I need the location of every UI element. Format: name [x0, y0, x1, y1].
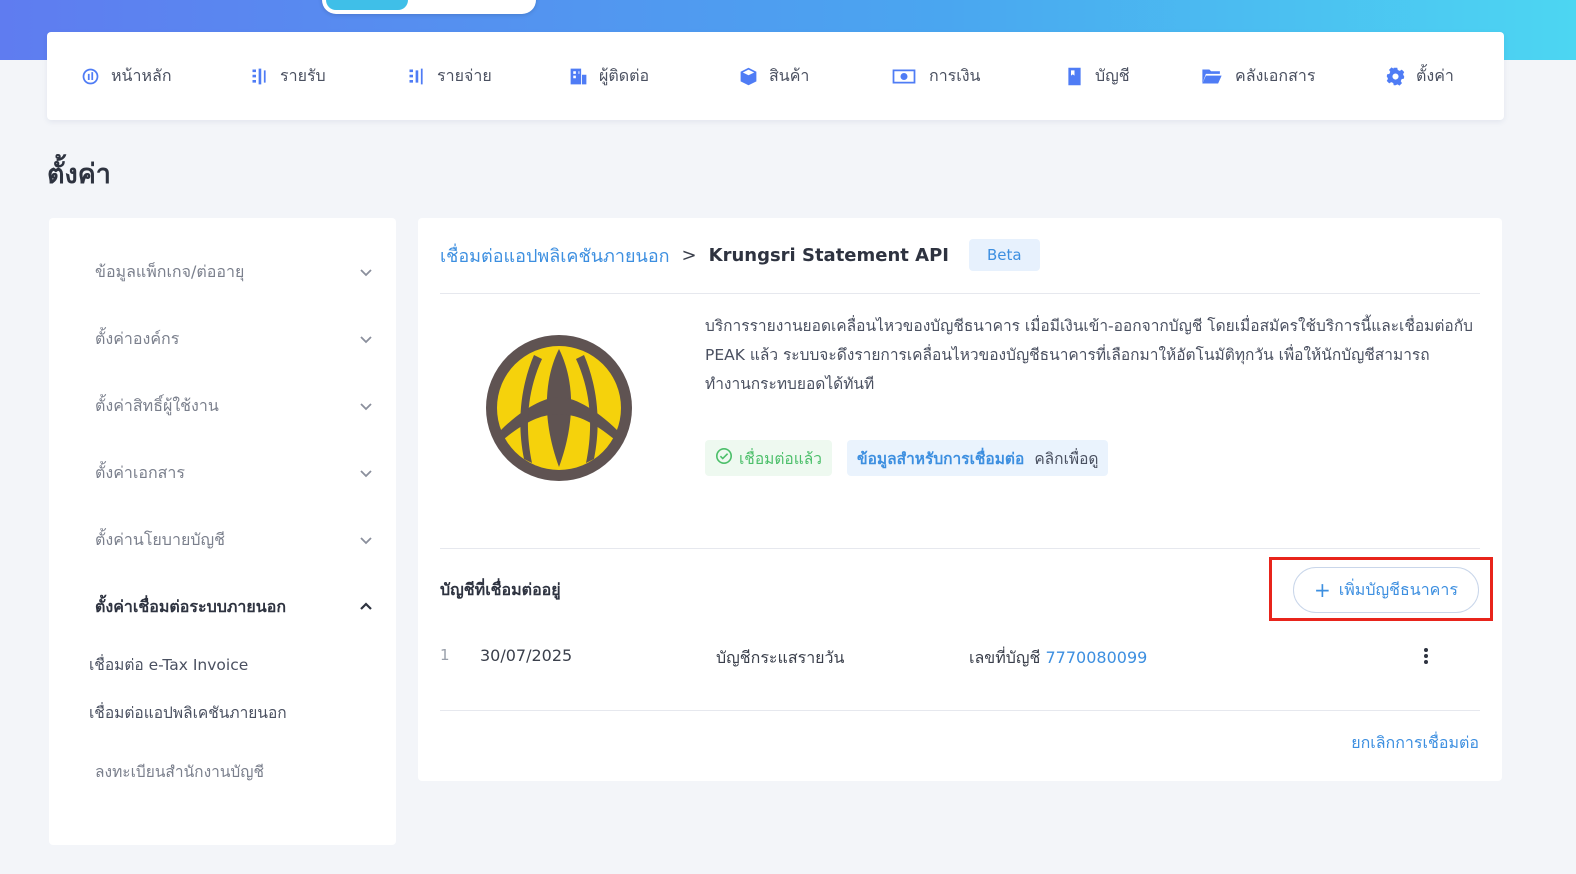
chevron-down-icon — [358, 398, 374, 414]
connected-status-label: เชื่อมต่อแล้ว — [739, 449, 822, 468]
sidebar-item-label: ตั้งค่าเชื่อมต่อระบบภายนอก — [95, 596, 287, 616]
breadcrumb: เชื่อมต่อแอปพลิเคชันภายนอก > Krungsri St… — [440, 239, 1040, 271]
sidebar-item-label: ข้อมูลแพ็กเกจ/ต่ออายุ — [95, 261, 245, 281]
sidebar-item-label: ตั้งค่าองค์กร — [95, 328, 180, 348]
gear-icon — [1384, 65, 1406, 87]
sidebar-item-label: ตั้งค่าเอกสาร — [95, 462, 185, 482]
nav-item-accounting[interactable]: บัญชี — [1063, 32, 1130, 120]
product-box-icon — [737, 65, 759, 87]
add-bank-account-button[interactable]: + เพิ่มบัญชีธนาคาร — [1293, 567, 1479, 613]
settings-sidebar: ข้อมูลแพ็กเกจ/ต่ออายุ ตั้งค่าองค์กร ตั้ง… — [49, 218, 396, 845]
sidebar-item-permissions[interactable]: ตั้งค่าสิทธิ์ผู้ใช้งาน — [49, 386, 396, 426]
chevron-down-icon — [358, 532, 374, 548]
krungsri-logo — [486, 335, 632, 481]
nav-label: รายจ่าย — [437, 65, 492, 85]
connection-info-hint: คลิกเพื่อดู — [1034, 449, 1099, 468]
row-more-menu-icon[interactable] — [1418, 646, 1434, 666]
nav-item-finance[interactable]: การเงิน — [889, 32, 980, 120]
top-toggle-active-segment[interactable] — [326, 0, 408, 10]
nav-label: รายรับ — [280, 65, 326, 85]
sidebar-item-organization[interactable]: ตั้งค่าองค์กร — [49, 319, 396, 359]
breadcrumb-separator: > — [681, 244, 697, 266]
nav-item-income[interactable]: รายรับ — [248, 32, 326, 120]
beta-badge: Beta — [969, 239, 1040, 271]
cancel-connection-link[interactable]: ยกเลิกการเชื่อมต่อ — [1351, 731, 1479, 756]
sidebar-item-label: ตั้งค่านโยบายบัญชี — [95, 529, 225, 549]
nav-label: บัญชี — [1095, 65, 1130, 85]
dashboard-icon — [79, 65, 101, 87]
nav-item-expense[interactable]: รายจ่าย — [405, 32, 492, 120]
nav-label: คลังเอกสาร — [1235, 65, 1316, 85]
breadcrumb-parent-link[interactable]: เชื่อมต่อแอปพลิเคชันภายนอก — [440, 241, 670, 270]
sidebar-item-label: ตั้งค่าสิทธิ์ผู้ใช้งาน — [95, 395, 219, 415]
sidebar-item-external-integration[interactable]: ตั้งค่าเชื่อมต่อระบบภายนอก — [49, 587, 396, 627]
account-row-date: 30/07/2025 — [480, 646, 573, 665]
account-number-label: เลขที่บัญชี — [969, 648, 1041, 667]
sidebar-item-documents[interactable]: ตั้งค่าเอกสาร — [49, 453, 396, 493]
nav-label: สินค้า — [769, 65, 810, 85]
check-circle-icon — [715, 447, 733, 469]
divider — [440, 710, 1480, 711]
integration-detail-card: เชื่อมต่อแอปพลิเคชันภายนอก > Krungsri St… — [418, 218, 1502, 781]
nav-item-settings[interactable]: ตั้งค่า — [1384, 32, 1454, 120]
nav-item-home[interactable]: หน้าหลัก — [79, 32, 172, 120]
nav-label: การเงิน — [929, 65, 981, 85]
breadcrumb-current: Krungsri Statement API — [708, 244, 949, 266]
sidebar-subitem-etax[interactable]: เชื่อมต่อ e-Tax Invoice — [89, 652, 248, 677]
sidebar-subitem-accounting-office[interactable]: ลงทะเบียนสำนักงานบัญชี — [95, 759, 264, 784]
account-number-value[interactable]: 7770080099 — [1046, 648, 1148, 667]
nav-label: ผู้ติดต่อ — [599, 65, 650, 85]
nav-item-products[interactable]: สินค้า — [737, 32, 809, 120]
chevron-up-icon — [358, 599, 374, 615]
chevron-down-icon — [358, 331, 374, 347]
account-row-index: 1 — [440, 646, 450, 664]
chevron-down-icon — [358, 465, 374, 481]
divider — [440, 548, 1480, 549]
folder-icon — [1199, 65, 1225, 87]
top-toggle-pill[interactable] — [322, 0, 536, 14]
nav-item-documents[interactable]: คลังเอกสาร — [1199, 32, 1315, 120]
account-row-type: บัญชีกระแสรายวัน — [716, 648, 845, 667]
income-list-icon — [248, 65, 270, 87]
account-row-number: เลขที่บัญชี 7770080099 — [969, 646, 1147, 671]
connection-info-tag[interactable]: ข้อมูลสำหรับการเชื่อมต่อ คลิกเพื่อดู — [847, 440, 1109, 476]
add-bank-account-label: เพิ่มบัญชีธนาคาร — [1338, 579, 1458, 599]
ledger-book-icon — [1063, 65, 1085, 87]
connection-info-link[interactable]: ข้อมูลสำหรับการเชื่อมต่อ — [857, 446, 1024, 471]
sidebar-item-package[interactable]: ข้อมูลแพ็กเกจ/ต่ออายุ — [49, 252, 396, 292]
nav-item-contacts[interactable]: ผู้ติดต่อ — [567, 32, 649, 120]
expense-list-icon — [405, 65, 427, 87]
nav-label: ตั้งค่า — [1416, 65, 1454, 85]
sidebar-item-accounting-policy[interactable]: ตั้งค่านโยบายบัญชี — [49, 520, 396, 560]
main-navbar: หน้าหลัก รายรับ รายจ่าย ผู้ติดต่อ สินค้า… — [47, 32, 1504, 120]
divider — [440, 293, 1480, 294]
sidebar-subitem-external-apps[interactable]: เชื่อมต่อแอปพลิเคชันภายนอก — [89, 700, 287, 725]
connected-status-tag: เชื่อมต่อแล้ว — [705, 440, 832, 476]
service-description: บริการรายงานยอดเคลื่อนไหวของบัญชีธนาคาร … — [705, 317, 1473, 393]
plus-icon: + — [1314, 578, 1331, 602]
contacts-icon — [567, 65, 589, 87]
nav-label: หน้าหลัก — [111, 65, 172, 85]
page-title: ตั้งค่า — [47, 159, 111, 190]
chevron-down-icon — [358, 264, 374, 280]
money-icon — [889, 65, 919, 87]
connected-accounts-title: บัญชีที่เชื่อมต่ออยู่ — [440, 580, 561, 599]
